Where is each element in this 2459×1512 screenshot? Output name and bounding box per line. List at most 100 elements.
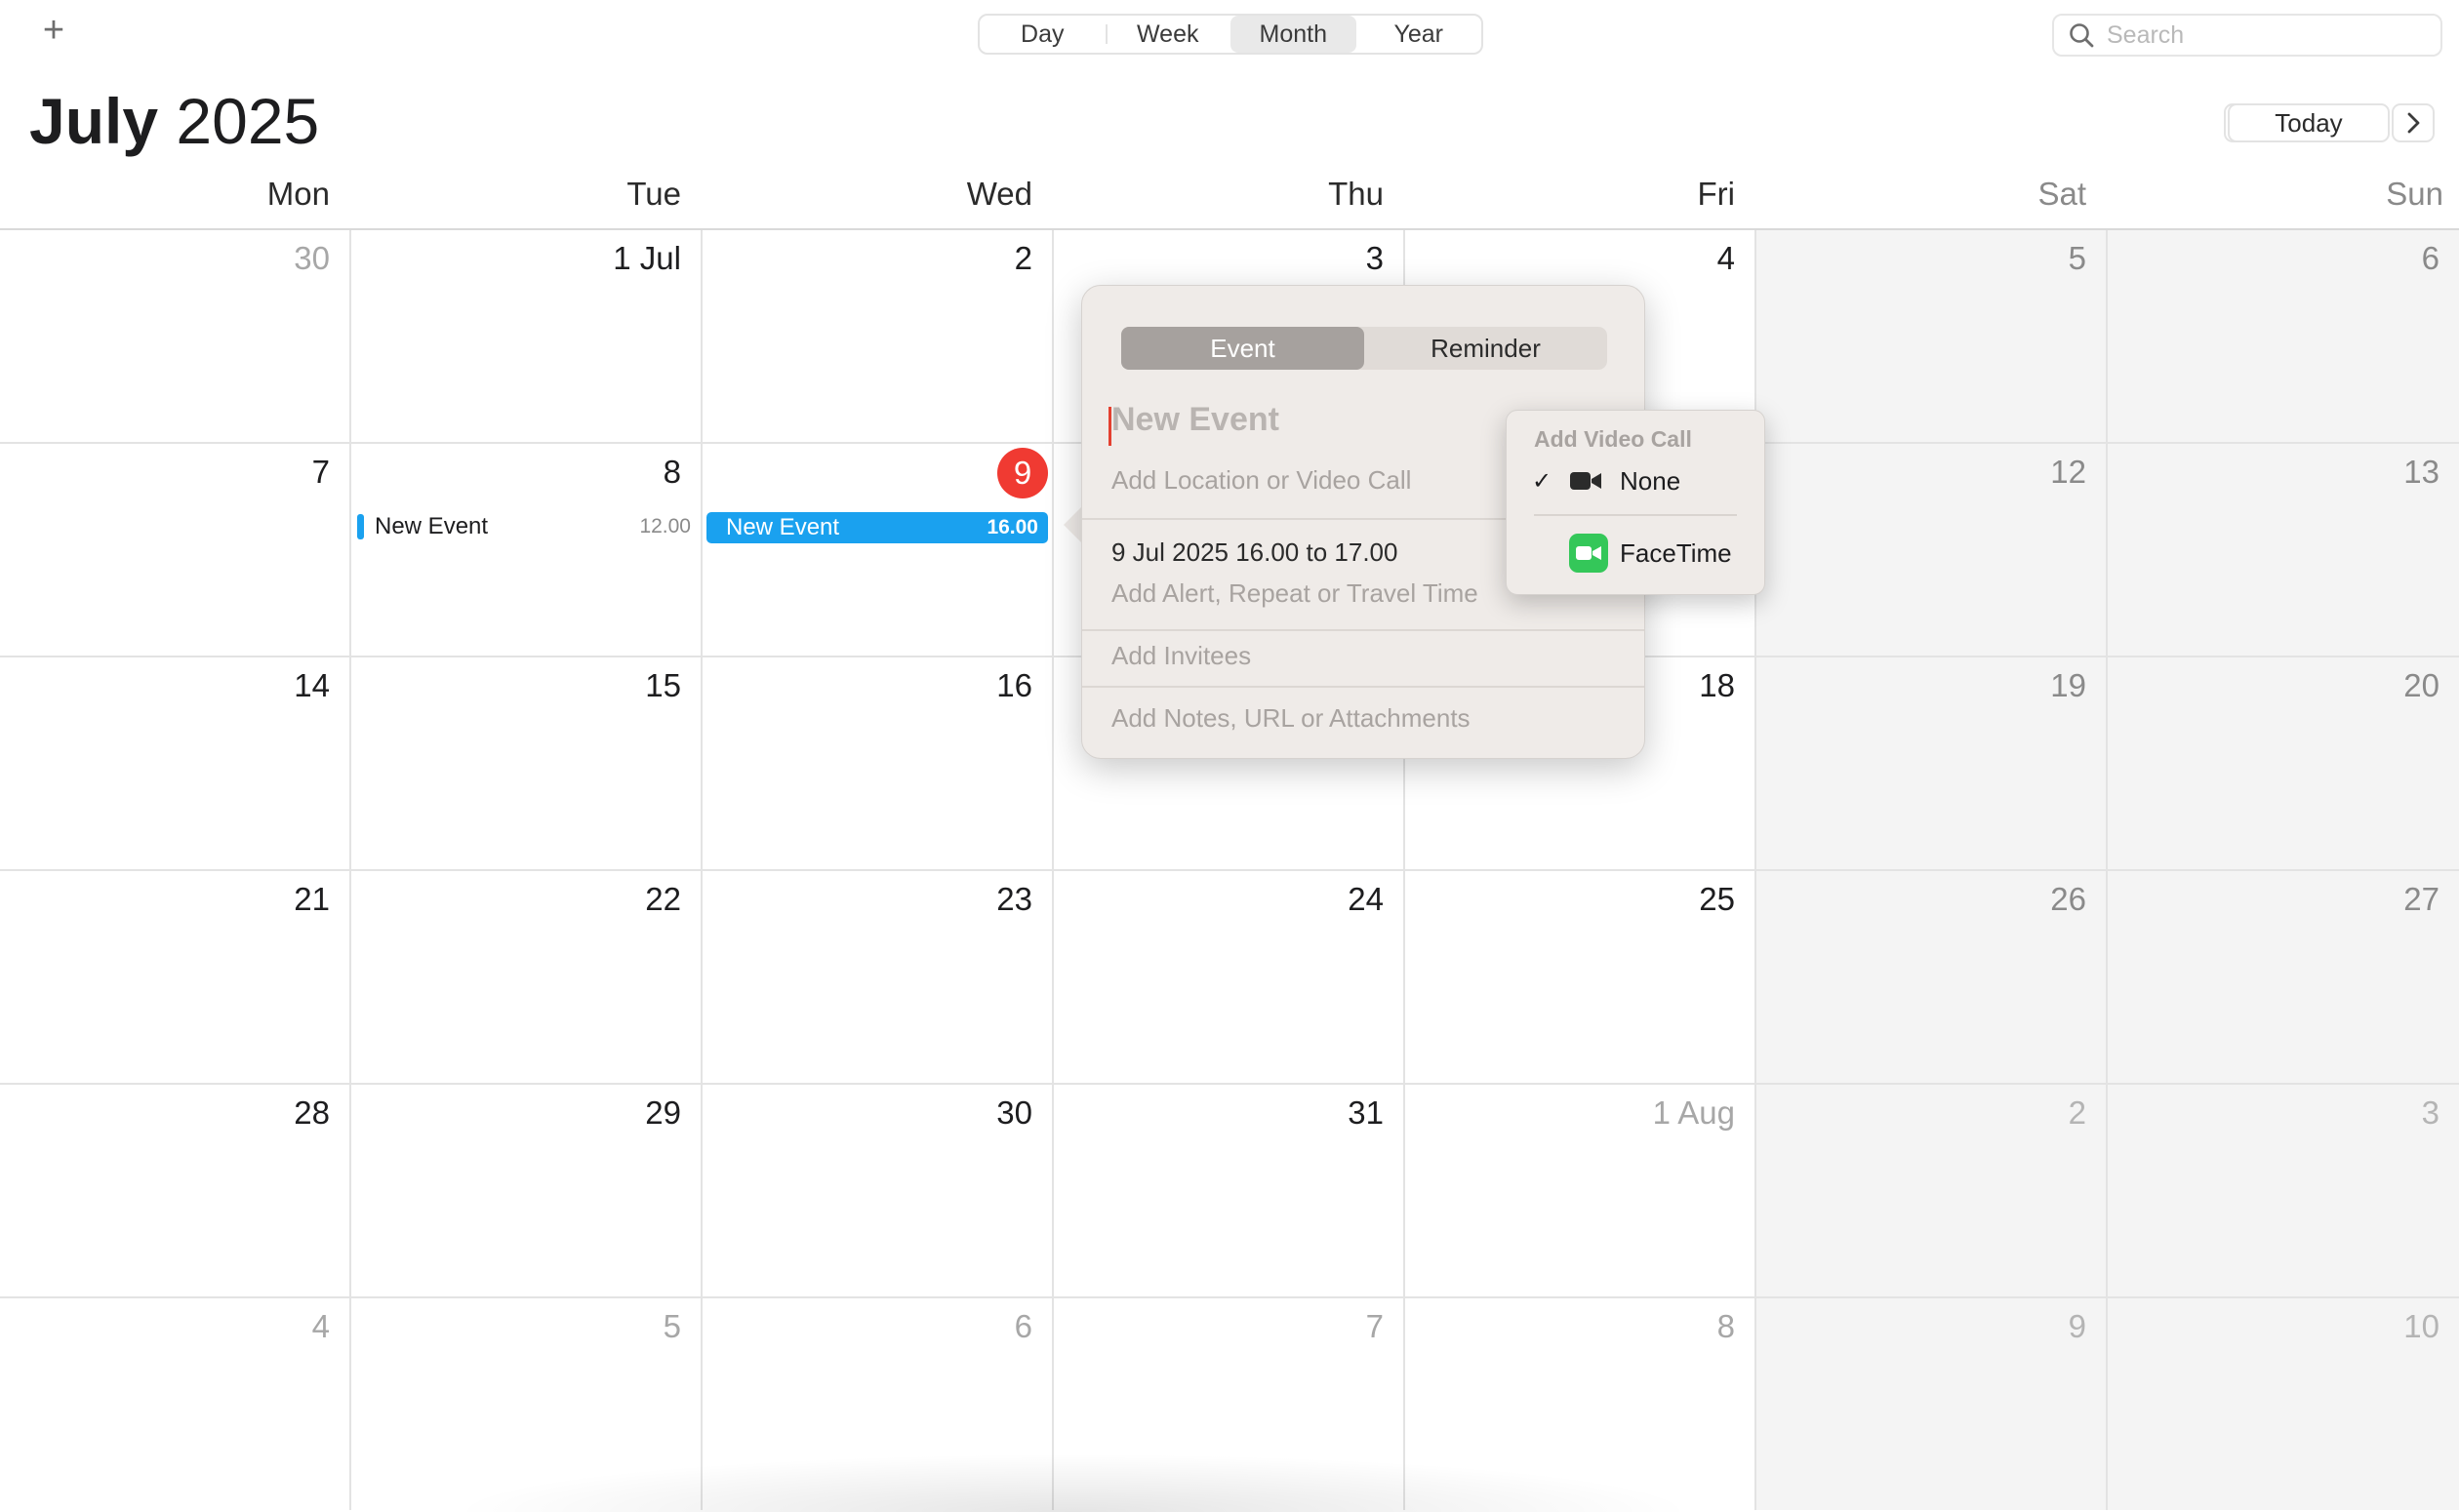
day-cell[interactable]: 1 Jul bbox=[351, 230, 703, 444]
day-number: 6 bbox=[1014, 1308, 1032, 1344]
location-field[interactable]: Add Location or Video Call bbox=[1111, 465, 1411, 496]
day-cell[interactable]: 22 bbox=[351, 871, 703, 1085]
year-label: 2025 bbox=[176, 85, 320, 157]
alert-repeat-field[interactable]: Add Alert, Repeat or Travel Time bbox=[1111, 578, 1478, 609]
day-number: 24 bbox=[1348, 881, 1384, 917]
popover-divider bbox=[1082, 629, 1644, 631]
popover-divider bbox=[1082, 686, 1644, 688]
today-marker: 9 bbox=[997, 448, 1048, 498]
day-number: 15 bbox=[645, 667, 681, 703]
event-datetime[interactable]: 9 Jul 2025 16.00 to 17.00 bbox=[1111, 537, 1397, 568]
day-cell[interactable]: 23 bbox=[703, 871, 1054, 1085]
weekday-fri: Fri bbox=[1697, 176, 1735, 212]
search-icon bbox=[2070, 23, 2094, 48]
day-number: 5 bbox=[2068, 240, 2086, 276]
video-call-menu: Add Video Call ✓ None FaceTime bbox=[1506, 410, 1765, 595]
day-cell[interactable]: 27 bbox=[2108, 871, 2459, 1085]
day-cell[interactable]: 2 bbox=[703, 230, 1054, 444]
day-cell[interactable]: 2 bbox=[1756, 1085, 2108, 1298]
weekday-thu: Thu bbox=[1328, 176, 1384, 212]
tab-day[interactable]: Day bbox=[980, 16, 1106, 53]
day-cell[interactable]: 7 bbox=[1054, 1298, 1405, 1510]
day-number: 21 bbox=[294, 881, 330, 917]
add-event-button[interactable]: + bbox=[37, 12, 70, 49]
day-cell[interactable]: 28 bbox=[0, 1085, 351, 1298]
month-name: July bbox=[29, 85, 159, 157]
day-number: 30 bbox=[996, 1094, 1032, 1131]
tab-week[interactable]: Week bbox=[1105, 16, 1231, 53]
day-number: 6 bbox=[2421, 240, 2439, 276]
menu-header: Add Video Call bbox=[1534, 426, 1692, 452]
day-number: 19 bbox=[2050, 667, 2086, 703]
day-cell[interactable]: 3 bbox=[2108, 1085, 2459, 1298]
day-number: 18 bbox=[1699, 667, 1735, 703]
day-cell[interactable]: 30 bbox=[703, 1085, 1054, 1298]
day-number: 22 bbox=[645, 881, 681, 917]
day-cell[interactable]: 5 bbox=[351, 1298, 703, 1510]
weekday-sun: Sun bbox=[2386, 176, 2443, 212]
day-cell[interactable]: 21 bbox=[0, 871, 351, 1085]
event-type-switcher: Event Reminder bbox=[1121, 327, 1607, 370]
selected-calendar-event[interactable]: New Event 16.00 bbox=[706, 512, 1048, 543]
search-input[interactable] bbox=[2105, 20, 2421, 51]
day-cell[interactable]: 24 bbox=[1054, 871, 1405, 1085]
day-cell[interactable]: 12 bbox=[1756, 444, 2108, 657]
menu-item-facetime[interactable]: FaceTime bbox=[1507, 532, 1764, 575]
day-cell[interactable]: 7 bbox=[0, 444, 351, 657]
day-number: 3 bbox=[1365, 240, 1384, 276]
view-switcher: Day Week Month Year bbox=[978, 14, 1483, 55]
tab-month[interactable]: Month bbox=[1230, 16, 1356, 53]
day-cell[interactable]: 1 Aug bbox=[1405, 1085, 1756, 1298]
day-cell[interactable]: 6 bbox=[703, 1298, 1054, 1510]
day-cell[interactable]: 30 bbox=[0, 230, 351, 444]
day-cell[interactable]: 8 New Event 12.00 bbox=[351, 444, 703, 657]
day-number: 7 bbox=[1365, 1308, 1384, 1344]
day-cell[interactable]: 26 bbox=[1756, 871, 2108, 1085]
day-cell[interactable]: 4 bbox=[0, 1298, 351, 1510]
day-number: 30 bbox=[294, 240, 330, 276]
event-color-bar bbox=[357, 514, 364, 539]
day-cell[interactable]: 8 bbox=[1405, 1298, 1756, 1510]
day-cell[interactable]: 20 bbox=[2108, 657, 2459, 871]
day-number: 5 bbox=[663, 1308, 681, 1344]
day-number: 3 bbox=[2421, 1094, 2439, 1131]
day-cell[interactable]: 9 New Event 16.00 bbox=[703, 444, 1054, 657]
day-cell[interactable]: 9 bbox=[1756, 1298, 2108, 1510]
search-field[interactable] bbox=[2052, 14, 2442, 57]
event-time: 12.00 bbox=[639, 515, 691, 537]
day-number: 4 bbox=[311, 1308, 330, 1344]
day-number: 7 bbox=[311, 454, 330, 490]
day-number: 16 bbox=[996, 667, 1032, 703]
tab-reminder[interactable]: Reminder bbox=[1364, 327, 1607, 370]
day-number: 9 bbox=[2068, 1308, 2086, 1344]
event-title-field[interactable]: New Event bbox=[1111, 401, 1279, 439]
tab-event[interactable]: Event bbox=[1121, 327, 1364, 370]
day-number: 28 bbox=[294, 1094, 330, 1131]
notes-field[interactable]: Add Notes, URL or Attachments bbox=[1111, 703, 1471, 734]
menu-item-none[interactable]: ✓ None bbox=[1507, 459, 1764, 502]
day-number: 31 bbox=[1348, 1094, 1384, 1131]
day-cell[interactable]: 15 bbox=[351, 657, 703, 871]
facetime-icon bbox=[1569, 534, 1608, 573]
tab-year[interactable]: Year bbox=[1356, 16, 1482, 53]
today-button[interactable]: Today bbox=[2228, 103, 2390, 142]
next-month-button[interactable] bbox=[2392, 103, 2435, 142]
day-cell[interactable]: 29 bbox=[351, 1085, 703, 1298]
calendar-event[interactable]: New Event 12.00 bbox=[357, 512, 691, 541]
day-cell[interactable]: 10 bbox=[2108, 1298, 2459, 1510]
day-cell[interactable]: 25 bbox=[1405, 871, 1756, 1085]
day-cell[interactable]: 31 bbox=[1054, 1085, 1405, 1298]
day-number: 14 bbox=[294, 667, 330, 703]
day-cell[interactable]: 13 bbox=[2108, 444, 2459, 657]
day-cell[interactable]: 19 bbox=[1756, 657, 2108, 871]
menu-item-label: None bbox=[1620, 465, 1681, 496]
day-cell[interactable]: 16 bbox=[703, 657, 1054, 871]
page-title: July 2025 bbox=[29, 82, 319, 160]
video-camera-icon bbox=[1569, 470, 1608, 492]
invitees-field[interactable]: Add Invitees bbox=[1111, 641, 1251, 671]
day-cell[interactable]: 14 bbox=[0, 657, 351, 871]
day-cell[interactable]: 6 bbox=[2108, 230, 2459, 444]
day-cell[interactable]: 5 bbox=[1756, 230, 2108, 444]
chevron-right-icon bbox=[2407, 112, 2420, 134]
day-number: 13 bbox=[2403, 454, 2439, 490]
